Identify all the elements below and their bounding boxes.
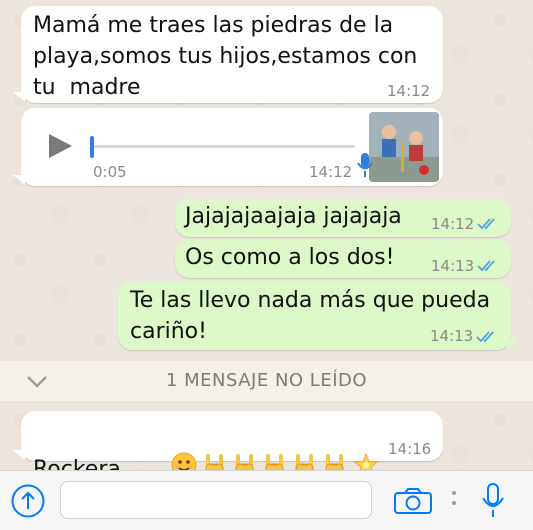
message-time: 14:12 — [431, 215, 475, 233]
message-text: Jajajajaajaja jajajaja — [185, 204, 402, 229]
voice-progress-track[interactable] — [91, 145, 355, 148]
double-check-icon — [477, 258, 499, 272]
composer-bar — [0, 470, 533, 530]
message-time: 14:16 — [388, 440, 432, 458]
voice-duration: 0:05 — [93, 163, 127, 181]
message-incoming-1[interactable]: Mamá me traes las piedras de la playa,so… — [21, 6, 443, 103]
double-check-icon — [476, 329, 498, 343]
unread-divider-label: 1 MENSAJE NO LEÍDO — [165, 370, 368, 391]
play-icon[interactable] — [47, 133, 73, 163]
message-time: 14:12 — [387, 82, 431, 100]
microphone-icon[interactable] — [481, 482, 505, 522]
message-input[interactable] — [60, 481, 372, 519]
voice-message[interactable]: 0:05 14:12 — [21, 108, 443, 186]
bubble-tail — [13, 450, 25, 460]
bubble-tail — [507, 339, 519, 349]
message-text: Mamá me traes las piedras de la playa,so… — [33, 13, 418, 100]
voice-progress-handle[interactable] — [90, 136, 94, 158]
message-outgoing-1[interactable]: Jajajajaajaja jajajaja 14:12 — [175, 199, 511, 237]
camera-icon[interactable] — [393, 487, 433, 519]
unread-divider[interactable]: 1 MENSAJE NO LEÍDO — [0, 361, 533, 401]
bubble-tail — [13, 175, 25, 185]
message-incoming-3[interactable]: Rockera 14:16 — [21, 411, 443, 482]
microphone-icon — [357, 152, 373, 182]
message-time: 14:13 — [431, 257, 475, 275]
message-time: 14:13 — [430, 327, 474, 345]
bubble-tail — [13, 92, 25, 102]
sender-avatar — [369, 112, 439, 182]
message-time: 14:12 — [309, 163, 353, 181]
double-check-icon — [477, 216, 499, 230]
message-outgoing-3[interactable]: Te las llevo nada más que pueda cariño! … — [118, 282, 511, 350]
message-text: Os como a los dos! — [185, 245, 395, 270]
upload-icon[interactable] — [11, 484, 45, 522]
message-outgoing-2[interactable]: Os como a los dos! 14:13 — [175, 240, 511, 278]
more-icon[interactable] — [451, 489, 457, 515]
